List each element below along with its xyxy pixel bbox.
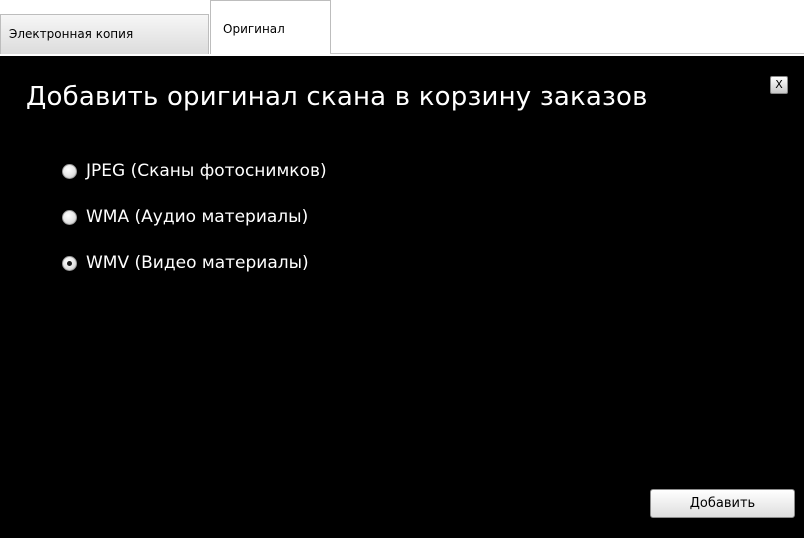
close-button[interactable]: X	[770, 76, 788, 94]
radio-wmv[interactable]	[62, 255, 77, 271]
tab-electronic-copy[interactable]: Электронная копия	[0, 14, 209, 54]
option-wmv-label: WMV (Видео материалы)	[86, 253, 309, 273]
tab-original[interactable]: Оригинал	[210, 0, 331, 54]
add-button[interactable]: Добавить	[650, 489, 795, 518]
radio-wma[interactable]	[62, 209, 77, 225]
option-jpeg-label: JPEG (Сканы фотоснимков)	[86, 161, 327, 181]
option-jpeg[interactable]: JPEG (Сканы фотоснимков)	[62, 156, 327, 186]
format-options: JPEG (Сканы фотоснимков) WMA (Аудио мате…	[62, 156, 327, 294]
page-root: Электронная копия Оригинал Добавить ориг…	[0, 0, 804, 538]
close-icon: X	[775, 78, 783, 91]
option-wma[interactable]: WMA (Аудио материалы)	[62, 202, 327, 232]
tab-strip: Электронная копия Оригинал	[0, 0, 804, 56]
option-wma-label: WMA (Аудио материалы)	[86, 207, 309, 227]
option-wmv[interactable]: WMV (Видео материалы)	[62, 248, 327, 278]
dialog-title: Добавить оригинал скана в корзину заказо…	[26, 82, 648, 112]
tab-strip-divider	[330, 53, 804, 54]
tab-electronic-copy-label: Электронная копия	[9, 27, 134, 41]
radio-jpeg[interactable]	[62, 163, 77, 179]
add-to-cart-dialog: Добавить оригинал скана в корзину заказо…	[0, 56, 804, 538]
tab-original-label: Оригинал	[223, 22, 285, 36]
